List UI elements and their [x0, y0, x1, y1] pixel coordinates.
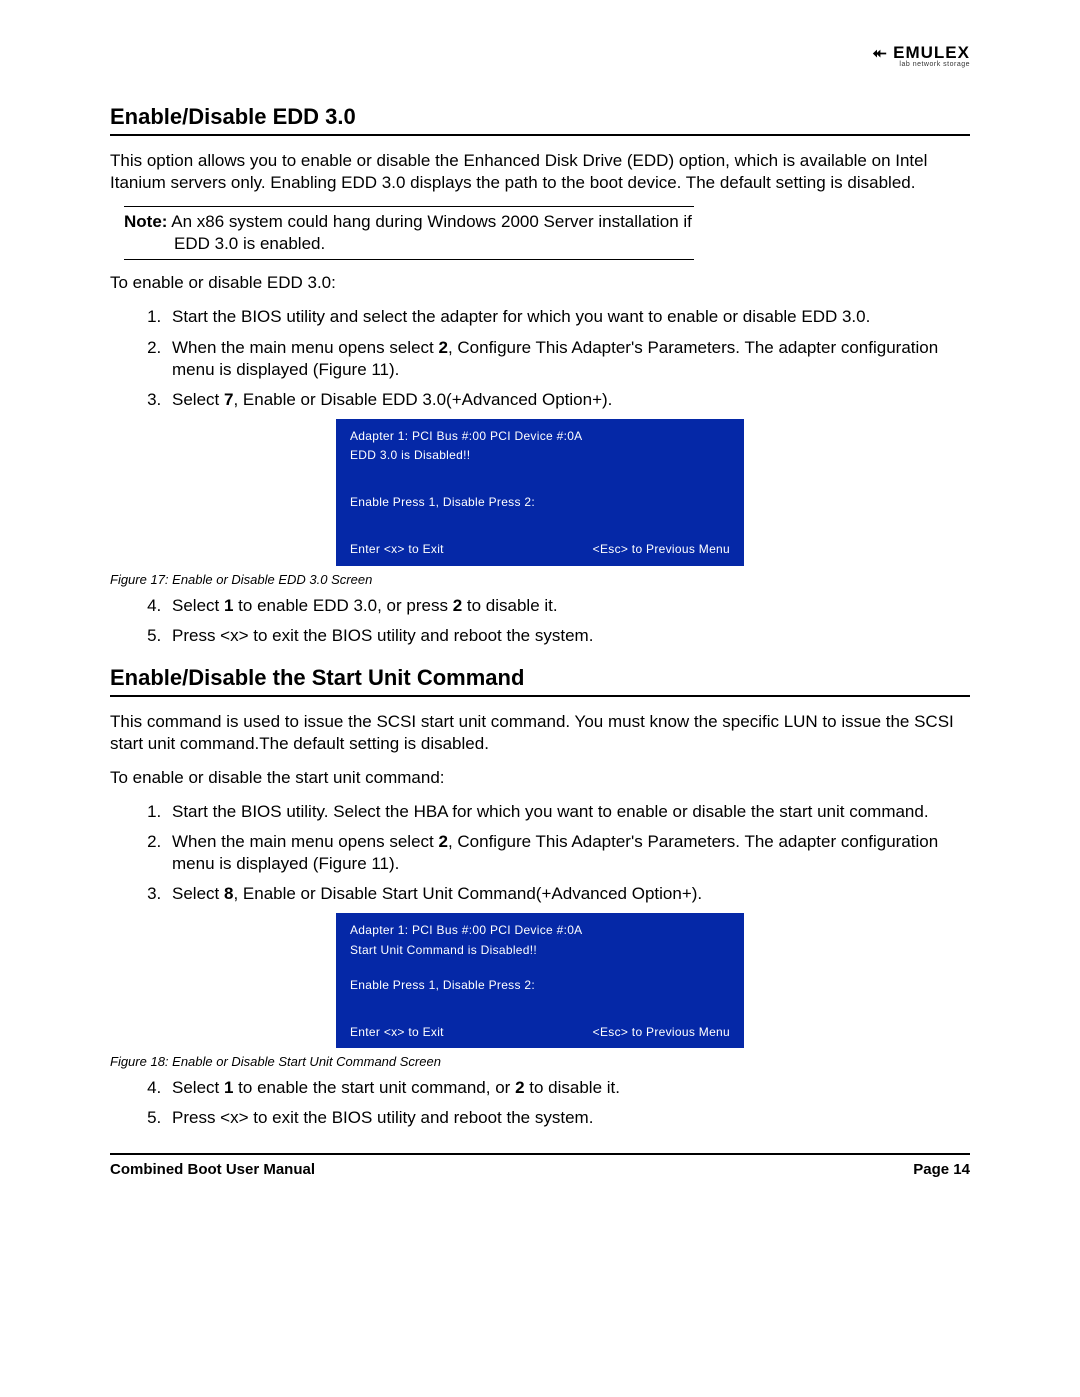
bios-screen-startunit: Adapter 1: PCI Bus #:00 PCI Device #:0A …: [336, 913, 744, 1048]
steps-edd-b: Select 1 to enable EDD 3.0, or press 2 t…: [110, 595, 970, 647]
intro-startunit: This command is used to issue the SCSI s…: [110, 711, 970, 755]
steps-startunit-a: Start the BIOS utility. Select the HBA f…: [110, 801, 970, 905]
step-3: Select 7, Enable or Disable EDD 3.0(+Adv…: [166, 389, 970, 411]
bios-line2: Start Unit Command is Disabled!!: [350, 941, 730, 960]
step-4: Select 1 to enable EDD 3.0, or press 2 t…: [166, 595, 970, 617]
section-heading-startunit: Enable/Disable the Start Unit Command: [110, 665, 970, 691]
lead-startunit: To enable or disable the start unit comm…: [110, 767, 970, 789]
heading-rule: [110, 134, 970, 136]
bios-line1: Adapter 1: PCI Bus #:00 PCI Device #:0A: [350, 921, 730, 940]
logo-sub: lab network storage: [873, 61, 970, 68]
note-label: Note:: [124, 212, 167, 231]
step-1: Start the BIOS utility. Select the HBA f…: [166, 801, 970, 823]
heading-rule-2: [110, 695, 970, 697]
footer-title: Combined Boot User Manual: [110, 1161, 315, 1178]
bios-back: <Esc> to Previous Menu: [593, 1023, 730, 1042]
footer-rule: [110, 1153, 970, 1155]
bios-line2: EDD 3.0 is Disabled!!: [350, 446, 730, 465]
logo-main: ⯬ EMULEX: [873, 44, 970, 61]
bios-line1: Adapter 1: PCI Bus #:00 PCI Device #:0A: [350, 427, 730, 446]
note-text: An x86 system could hang during Windows …: [167, 212, 691, 253]
steps-edd-a: Start the BIOS utility and select the ad…: [110, 306, 970, 410]
step-3: Select 8, Enable or Disable Start Unit C…: [166, 883, 970, 905]
footer-page: Page 14: [913, 1161, 970, 1178]
bios-back: <Esc> to Previous Menu: [593, 540, 730, 559]
figure18-caption: Figure 18: Enable or Disable Start Unit …: [110, 1054, 970, 1069]
intro-edd: This option allows you to enable or disa…: [110, 150, 970, 194]
bios-exit: Enter <x> to Exit: [350, 1023, 444, 1042]
figure17-caption: Figure 17: Enable or Disable EDD 3.0 Scr…: [110, 572, 970, 587]
step-1: Start the BIOS utility and select the ad…: [166, 306, 970, 328]
steps-startunit-b: Select 1 to enable the start unit comman…: [110, 1077, 970, 1129]
section-heading-edd: Enable/Disable EDD 3.0: [110, 104, 970, 130]
step-5: Press <x> to exit the BIOS utility and r…: [166, 1107, 970, 1129]
step-2: When the main menu opens select 2, Confi…: [166, 831, 970, 875]
page-footer: Combined Boot User Manual Page 14: [110, 1161, 970, 1178]
note-block: Note: An x86 system could hang during Wi…: [124, 206, 694, 260]
step-4: Select 1 to enable the start unit comman…: [166, 1077, 970, 1099]
bios-line3: Enable Press 1, Disable Press 2:: [350, 493, 730, 512]
bios-line3: Enable Press 1, Disable Press 2:: [350, 976, 730, 995]
step-2: When the main menu opens select 2, Confi…: [166, 337, 970, 381]
logo-block: ⯬ EMULEX lab network storage: [110, 44, 970, 68]
bios-screen-edd: Adapter 1: PCI Bus #:00 PCI Device #:0A …: [336, 419, 744, 566]
bios-exit: Enter <x> to Exit: [350, 540, 444, 559]
step-5: Press <x> to exit the BIOS utility and r…: [166, 625, 970, 647]
lead-edd: To enable or disable EDD 3.0:: [110, 272, 970, 294]
